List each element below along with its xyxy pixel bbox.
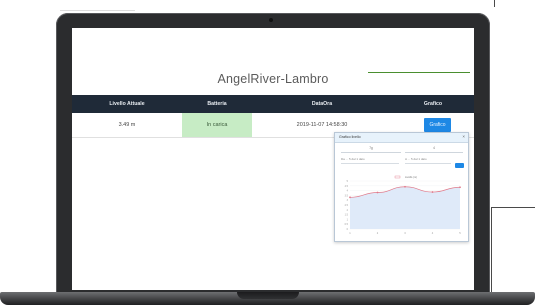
to-date-input[interactable]: A ... 5 dal 1 dato xyxy=(405,157,451,164)
camera-icon xyxy=(269,18,273,22)
y-tick-label: 4.5 xyxy=(345,185,349,188)
data-point xyxy=(459,186,461,189)
side-line-right xyxy=(492,207,535,208)
vertical-line-right xyxy=(491,207,492,297)
y-tick-label: 1.5 xyxy=(345,214,349,217)
laptop-notch xyxy=(237,292,299,299)
corner-line-top-right xyxy=(494,0,495,7)
table-header: Livello Attuale Batteria DataOra Grafico xyxy=(72,95,474,113)
header-livello: Livello Attuale xyxy=(109,101,145,107)
apply-button[interactable] xyxy=(455,163,464,168)
data-point xyxy=(349,196,351,199)
modal-title: Grafico livello xyxy=(339,135,361,139)
page-title: AngelRiver-Lambro xyxy=(217,72,329,86)
x-tick-label: 2 xyxy=(377,231,379,235)
legend-swatch xyxy=(394,175,401,179)
y-tick-label: 0 xyxy=(347,228,349,231)
y-tick-label: 3.5 xyxy=(345,194,349,197)
header-batteria: Batteria xyxy=(207,101,227,107)
grafico-button[interactable]: Grafico xyxy=(424,118,451,132)
modal-header: Grafico livello × xyxy=(335,133,468,143)
data-point xyxy=(404,185,406,188)
header-grafico: Grafico xyxy=(423,101,443,107)
chart-modal: Grafico livello × 7g 4 Da ... 5 dal 1 da… xyxy=(334,132,469,242)
data-point xyxy=(431,191,434,193)
level-chart-svg: 00.511.522.533.544.551 2 3 4 5Livello (m) xyxy=(345,175,462,235)
x-tick-label: 1 xyxy=(349,231,351,235)
from-date-input[interactable]: Da ... 5 dal 1 dato xyxy=(341,157,399,164)
data-point xyxy=(376,191,379,194)
level-value: 3.49 m xyxy=(118,122,136,128)
level-chart: 0 0.5 1 1.5 2 2.5 3 3.5 4 4.5 5 1 2 3 4 5 Livello (m) xyxy=(338,171,465,239)
battery-status: In carica xyxy=(182,113,252,137)
browser-screen: AngelRiver-Lambro Livello Attuale Batter… xyxy=(72,28,474,290)
y-tick-label: 3 xyxy=(347,199,349,202)
y-tick-label: 4 xyxy=(347,190,349,193)
y-tick-label: 2 xyxy=(347,209,349,212)
series-area xyxy=(350,186,460,229)
x-tick-label: 4 xyxy=(432,231,434,235)
count-select[interactable]: 4 xyxy=(405,146,463,153)
header-dataora: DataOra xyxy=(311,101,333,107)
chart-legend: Livello (m) xyxy=(405,175,417,179)
y-tick-label: 5 xyxy=(347,180,349,183)
close-icon[interactable]: × xyxy=(462,134,465,140)
period-select[interactable]: 7g xyxy=(341,146,401,153)
corner-line-top-left xyxy=(60,10,135,11)
x-tick-label: 3 xyxy=(404,231,406,235)
x-tick-label: 5 xyxy=(459,231,461,235)
y-tick-label: 2.5 xyxy=(345,204,349,207)
y-tick-label: 0.5 xyxy=(345,223,349,226)
y-tick-label: 1 xyxy=(347,218,349,221)
